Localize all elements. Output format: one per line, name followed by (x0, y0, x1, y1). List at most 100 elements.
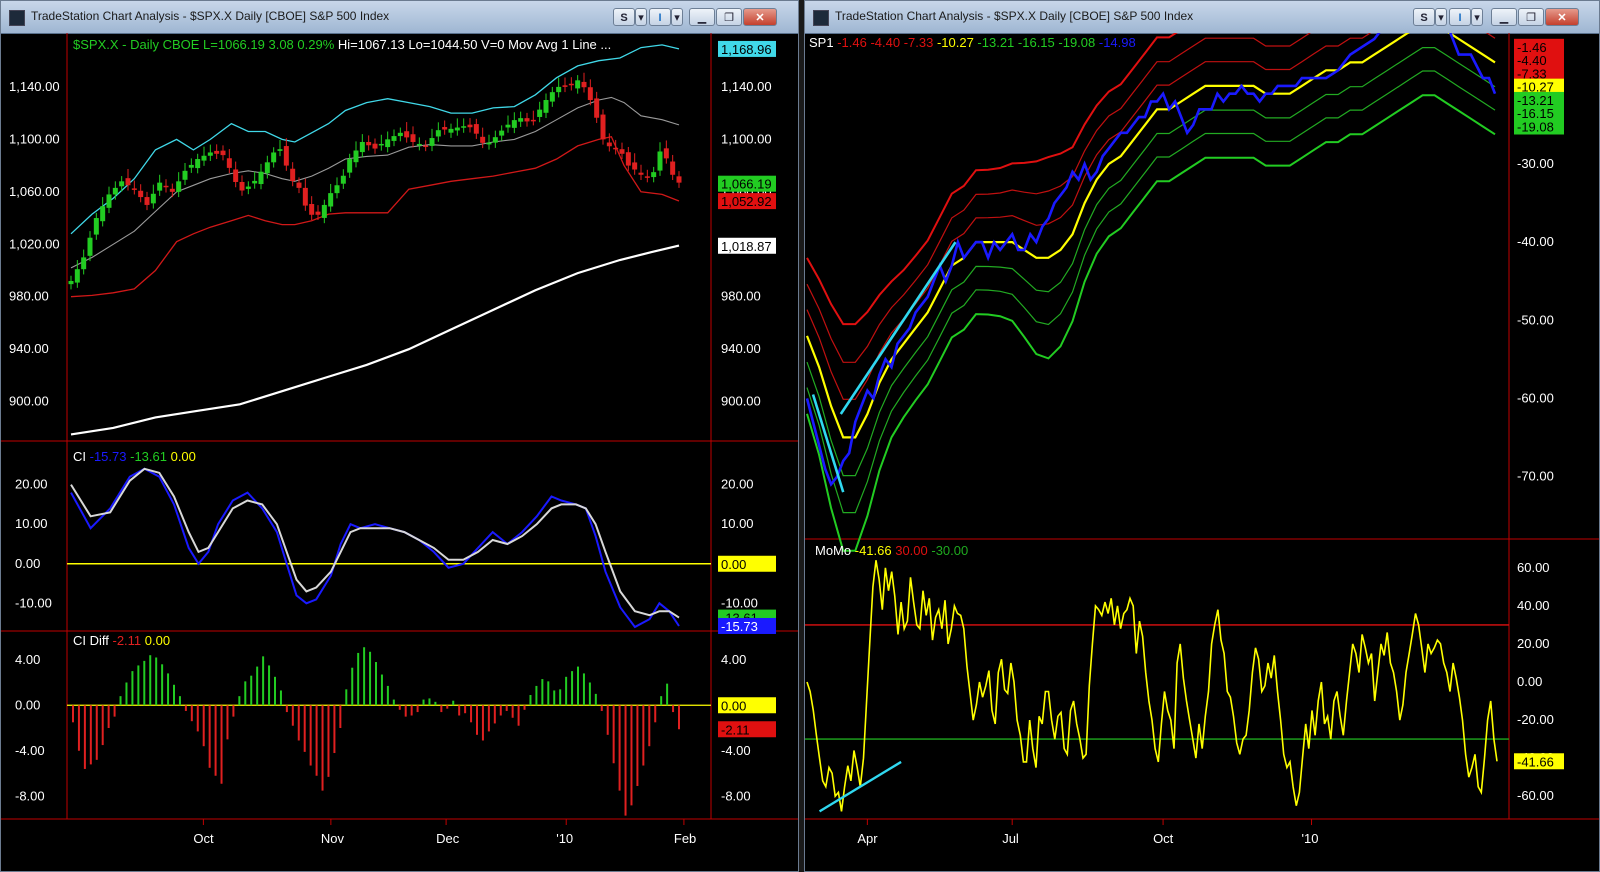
style-dropdown-icon[interactable]: ▾ (635, 8, 647, 26)
x-tick-label: Nov (321, 831, 345, 846)
y-tick-label-left: -4.00 (15, 743, 45, 758)
candle-body (378, 143, 384, 146)
y-tick-label-left: 4.00 (15, 652, 40, 667)
candle-body (594, 98, 600, 118)
sp1-band-line (806, 70, 1496, 514)
y-tick-label: 900.00 (721, 394, 761, 409)
candle-body (81, 257, 87, 270)
candle-body (549, 92, 555, 102)
candle-body (461, 126, 467, 128)
candle-body (423, 145, 429, 148)
moving-average-line (70, 244, 680, 436)
ci-header-v2: -13.61 (130, 449, 170, 464)
last-value-label: -41.66 (1517, 754, 1554, 769)
candle-body (663, 148, 669, 159)
candle-body (372, 143, 378, 149)
candle-body (195, 159, 201, 169)
window-titlebar[interactable]: TradeStation Chart Analysis - $SPX.X Dai… (1, 1, 798, 34)
candle-body (163, 185, 169, 188)
sp1-price-line (805, 33, 1497, 487)
ci-diff-header-label: CI Diff (73, 633, 113, 648)
y-tick-label-left: 10.00 (15, 516, 48, 531)
candle-body (429, 138, 435, 146)
style-button[interactable]: S (613, 8, 635, 26)
style-dropdown-icon[interactable]: ▾ (1435, 8, 1447, 26)
candle-body (657, 151, 663, 171)
x-tick-label: Oct (1153, 831, 1174, 846)
candle-body (87, 237, 93, 256)
candle-body (518, 118, 524, 122)
candle-body (448, 128, 454, 133)
momo-header-v3: -30.00 (931, 543, 968, 558)
x-tick-label: Dec (436, 831, 460, 846)
y-tick-label-left: 980.00 (9, 289, 49, 304)
sp1-header-value: -16.15 (1018, 35, 1058, 50)
chart-area-right[interactable]: -30.00 -40.00 -50.00 -60.00 -70.00 SP1 -1.46 … (805, 33, 1599, 871)
minimize-icon[interactable]: ▁ (1491, 8, 1517, 26)
candle-body (644, 176, 650, 178)
last-value-label: 1,066.19 (721, 177, 772, 192)
window-title: TradeStation Chart Analysis - $SPX.X Dai… (835, 9, 1194, 23)
candle-body (302, 187, 308, 206)
last-value-label: 1,018.87 (721, 239, 772, 254)
candle-body (587, 87, 593, 101)
restore-icon[interactable]: ❐ (1518, 8, 1544, 26)
candle-body (632, 162, 638, 170)
last-value-label: -2.11 (721, 722, 750, 737)
candle-body (207, 152, 213, 156)
ci-header-label: CI (73, 449, 90, 464)
sp1-band-line (806, 33, 1496, 400)
y-tick-label: -70.00 (1517, 469, 1554, 484)
candle-body (328, 193, 334, 207)
indicator-dropdown-icon[interactable]: ▾ (671, 8, 683, 26)
y-tick-label: 1,140.00 (721, 79, 772, 94)
indicator-dropdown-icon[interactable]: ▾ (1471, 8, 1483, 26)
y-tick-label: 20.00 (721, 477, 754, 492)
y-tick-label-left: 20.00 (15, 477, 48, 492)
last-value-label: -15.73 (721, 619, 758, 634)
header-ellipsis: ... (600, 37, 611, 52)
momo-header-v2: 30.00 (895, 543, 931, 558)
candle-body (119, 181, 125, 187)
candle-body (353, 150, 359, 163)
y-tick-label: 4.00 (721, 652, 746, 667)
ci-header-v1: -15.73 (90, 449, 130, 464)
candle-body (473, 124, 479, 134)
momo-trend-line (818, 760, 902, 813)
candle-body (537, 109, 543, 117)
candle-body (530, 119, 536, 122)
candle-body (157, 182, 163, 191)
candle-body (410, 134, 416, 142)
candle-body (296, 182, 302, 188)
momo-header: MoMo -41.66 30.00 -30.00 (815, 543, 968, 558)
candle-body (568, 83, 574, 86)
chart-window-left: TradeStation Chart Analysis - $SPX.X Dai… (0, 0, 799, 872)
candle-body (499, 130, 505, 136)
candle-body (486, 142, 492, 145)
y-tick-label: -10.00 (721, 595, 758, 610)
x-tick-label: '10 (556, 831, 573, 846)
style-button[interactable]: S (1413, 8, 1435, 26)
ci-diff-header: CI Diff -2.11 0.00 (73, 633, 170, 648)
y-tick-label: -60.00 (1517, 390, 1554, 405)
y-tick-label: -20.00 (1517, 712, 1554, 727)
sp1-band-line (806, 33, 1178, 326)
restore-icon[interactable]: ❐ (716, 8, 742, 26)
candle-body (340, 175, 346, 184)
y-tick-label-left: 1,140.00 (9, 79, 60, 94)
candle-body (271, 152, 277, 163)
chart-area-left[interactable]: 1,140.00 1,100.00 1,060.00 1,020.00 980.00 94… (1, 33, 798, 871)
close-icon[interactable]: ✕ (1545, 8, 1579, 26)
candle-body (613, 147, 619, 150)
ci-diff-header-v1: -2.11 (113, 633, 145, 648)
indicator-button[interactable]: I (1449, 8, 1471, 26)
close-icon[interactable]: ✕ (743, 8, 777, 26)
indicator-button[interactable]: I (649, 8, 671, 26)
candle-body (619, 149, 625, 154)
candle-body (321, 204, 327, 218)
header-volume: V=0 (481, 37, 508, 52)
sp1-band-line (806, 33, 1312, 363)
minimize-icon[interactable]: ▁ (689, 8, 715, 26)
window-titlebar[interactable]: TradeStation Chart Analysis - $SPX.X Dai… (805, 1, 1599, 34)
candle-body (131, 188, 137, 190)
